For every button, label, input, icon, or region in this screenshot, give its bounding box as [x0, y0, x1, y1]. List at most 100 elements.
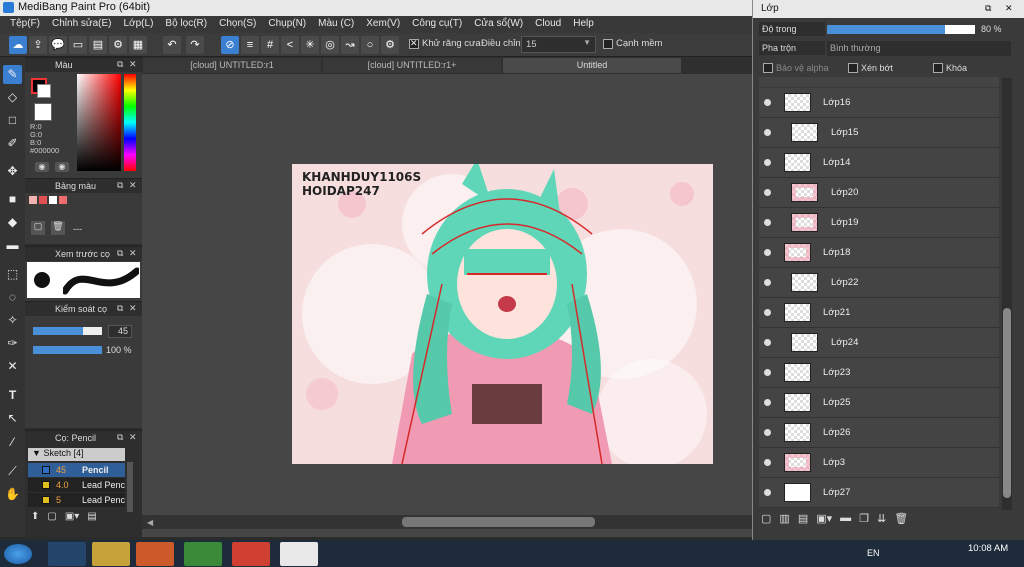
- clipping-checkbox[interactable]: [848, 63, 858, 73]
- popout-icon[interactable]: ⧉: [117, 248, 123, 259]
- menu-item[interactable]: Cloud: [529, 16, 567, 33]
- ie-icon[interactable]: [48, 542, 86, 566]
- menu-item[interactable]: Chụp(N): [262, 16, 312, 33]
- color-swap-button[interactable]: ◉: [55, 162, 69, 172]
- redo-icon[interactable]: ↷: [186, 36, 204, 54]
- background-color-swatch[interactable]: [37, 84, 51, 98]
- blend-mode-select[interactable]: Bình thường: [827, 41, 1011, 56]
- undo-icon[interactable]: ↶: [163, 36, 181, 54]
- trash-icon[interactable]: 🗑: [894, 512, 908, 525]
- app-icon[interactable]: [184, 542, 222, 566]
- menu-item[interactable]: Help: [567, 16, 600, 33]
- popout-icon[interactable]: ⧉: [117, 59, 123, 70]
- menu-item[interactable]: Lớp(L): [118, 16, 160, 33]
- close-icon[interactable]: ✕: [129, 303, 137, 314]
- language-indicator[interactable]: EN: [867, 548, 880, 558]
- snap-checkbox[interactable]: [603, 39, 613, 49]
- new-layer-icon[interactable]: ▢: [761, 512, 771, 525]
- brush-settings-icon[interactable]: ▤: [87, 511, 96, 522]
- visibility-eye-icon[interactable]: [764, 399, 771, 406]
- visibility-eye-icon[interactable]: [764, 279, 771, 286]
- scroll-thumb[interactable]: [402, 517, 595, 527]
- menu-item[interactable]: Công cụ(T): [406, 16, 468, 33]
- menu-item[interactable]: Tệp(F): [4, 16, 46, 33]
- palette-swatch[interactable]: [39, 196, 47, 204]
- scroll-left-icon[interactable]: ◀: [147, 518, 153, 527]
- close-icon[interactable]: ✕: [129, 59, 137, 70]
- visibility-eye-icon[interactable]: [764, 339, 771, 346]
- lasso-tool-icon[interactable]: ◌: [3, 288, 22, 307]
- layer-opacity-slider[interactable]: [827, 25, 975, 34]
- layer-scrollbar[interactable]: [1002, 78, 1012, 510]
- hand-tool-icon[interactable]: ✋: [3, 485, 22, 504]
- close-icon[interactable]: ✕: [1005, 3, 1013, 14]
- popout-icon[interactable]: ⧉: [117, 432, 123, 443]
- layer-row[interactable]: Lớp25: [759, 388, 999, 418]
- artwork-canvas[interactable]: KHANHDUY1106S HOIDAP247: [292, 164, 713, 464]
- layer-row[interactable]: Lớp16: [759, 88, 999, 118]
- tab-doc-untitled[interactable]: Untitled: [503, 58, 681, 73]
- transparent-color-swatch[interactable]: [34, 103, 52, 121]
- popout-icon[interactable]: ⧉: [117, 180, 123, 191]
- cloud-icon[interactable]: ☁: [9, 36, 27, 54]
- gradient-tool-icon[interactable]: ▬: [3, 236, 22, 255]
- circle-snap-icon[interactable]: ○: [361, 36, 379, 54]
- layer-row[interactable]: Lớp14: [759, 148, 999, 178]
- correction-select[interactable]: 15 ▼: [521, 36, 596, 53]
- antialias-checkbox[interactable]: [409, 38, 419, 49]
- tab-doc-1[interactable]: [cloud] UNTITLED:r1: [143, 58, 321, 73]
- brush-item[interactable]: 5 Lead Penc: [28, 493, 125, 507]
- medibang-icon[interactable]: [280, 542, 318, 566]
- comment-icon[interactable]: 💬: [49, 36, 67, 54]
- visibility-eye-icon[interactable]: [764, 129, 771, 136]
- layer-row[interactable]: Lớp3: [759, 448, 999, 478]
- layer-row[interactable]: Lớp26: [759, 418, 999, 448]
- parallel-snap-icon[interactable]: ≡: [241, 36, 259, 54]
- palette-swatch[interactable]: [29, 196, 37, 204]
- chrome-icon[interactable]: [232, 542, 270, 566]
- minimize-icon[interactable]: ⧉: [985, 3, 991, 14]
- chat-icon[interactable]: ▭: [69, 36, 87, 54]
- visibility-eye-icon[interactable]: [764, 159, 771, 166]
- radial-snap-icon[interactable]: ✳: [301, 36, 319, 54]
- select-rect-icon[interactable]: ⬚: [3, 265, 22, 284]
- curve-snap-icon[interactable]: ↝: [341, 36, 359, 54]
- eraser-tool-icon[interactable]: ◇: [3, 88, 22, 107]
- add-brush-icon[interactable]: ⬆: [31, 511, 39, 522]
- smudge-tool-icon[interactable]: ✐: [3, 134, 22, 153]
- layer-row[interactable]: Lớp20: [759, 178, 999, 208]
- brush-menu-icon[interactable]: ▣▾: [65, 511, 79, 522]
- visibility-eye-icon[interactable]: [764, 429, 771, 436]
- text-tool-icon[interactable]: T: [3, 386, 22, 405]
- start-button[interactable]: [4, 544, 32, 564]
- brush-tool-icon[interactable]: ✎: [3, 65, 22, 84]
- new-halftone-layer-icon[interactable]: ▥: [779, 512, 789, 525]
- saturation-value-picker[interactable]: [77, 74, 121, 171]
- visibility-eye-icon[interactable]: [764, 459, 771, 466]
- brush-opacity-slider[interactable]: [33, 346, 102, 354]
- dropper-tool-icon[interactable]: ⁄: [3, 433, 22, 452]
- brush-item[interactable]: 4.0 Lead Penc: [28, 478, 125, 492]
- grid-snap-icon[interactable]: #: [261, 36, 279, 54]
- brush-size-slider[interactable]: [33, 327, 102, 335]
- folder-icon[interactable]: [92, 542, 130, 566]
- merge-layer-icon[interactable]: ⇊: [877, 512, 886, 525]
- close-icon[interactable]: ✕: [129, 432, 137, 443]
- new-palette-icon[interactable]: ▢: [31, 221, 45, 235]
- palette-swatch[interactable]: [59, 196, 67, 204]
- protect-alpha-checkbox[interactable]: [763, 63, 773, 73]
- snap-settings-icon[interactable]: ⚙: [381, 36, 399, 54]
- popout-icon[interactable]: ⧉: [117, 303, 123, 314]
- canvas-hscrollbar[interactable]: ◀: [142, 515, 752, 529]
- visibility-eye-icon[interactable]: [764, 489, 771, 496]
- perspective-snap-icon[interactable]: <: [281, 36, 299, 54]
- magic-wand-icon[interactable]: ✧: [3, 311, 22, 330]
- clock[interactable]: 10:08 AM: [968, 543, 1008, 554]
- visibility-eye-icon[interactable]: [764, 249, 771, 256]
- menu-item[interactable]: Cửa sổ(W): [468, 16, 529, 33]
- layer-scroll-thumb[interactable]: [1003, 308, 1011, 498]
- menu-item[interactable]: Xem(V): [360, 16, 406, 33]
- visibility-eye-icon[interactable]: [764, 369, 771, 376]
- close-icon[interactable]: ✕: [129, 248, 137, 259]
- folder-icon[interactable]: ▬: [840, 512, 851, 525]
